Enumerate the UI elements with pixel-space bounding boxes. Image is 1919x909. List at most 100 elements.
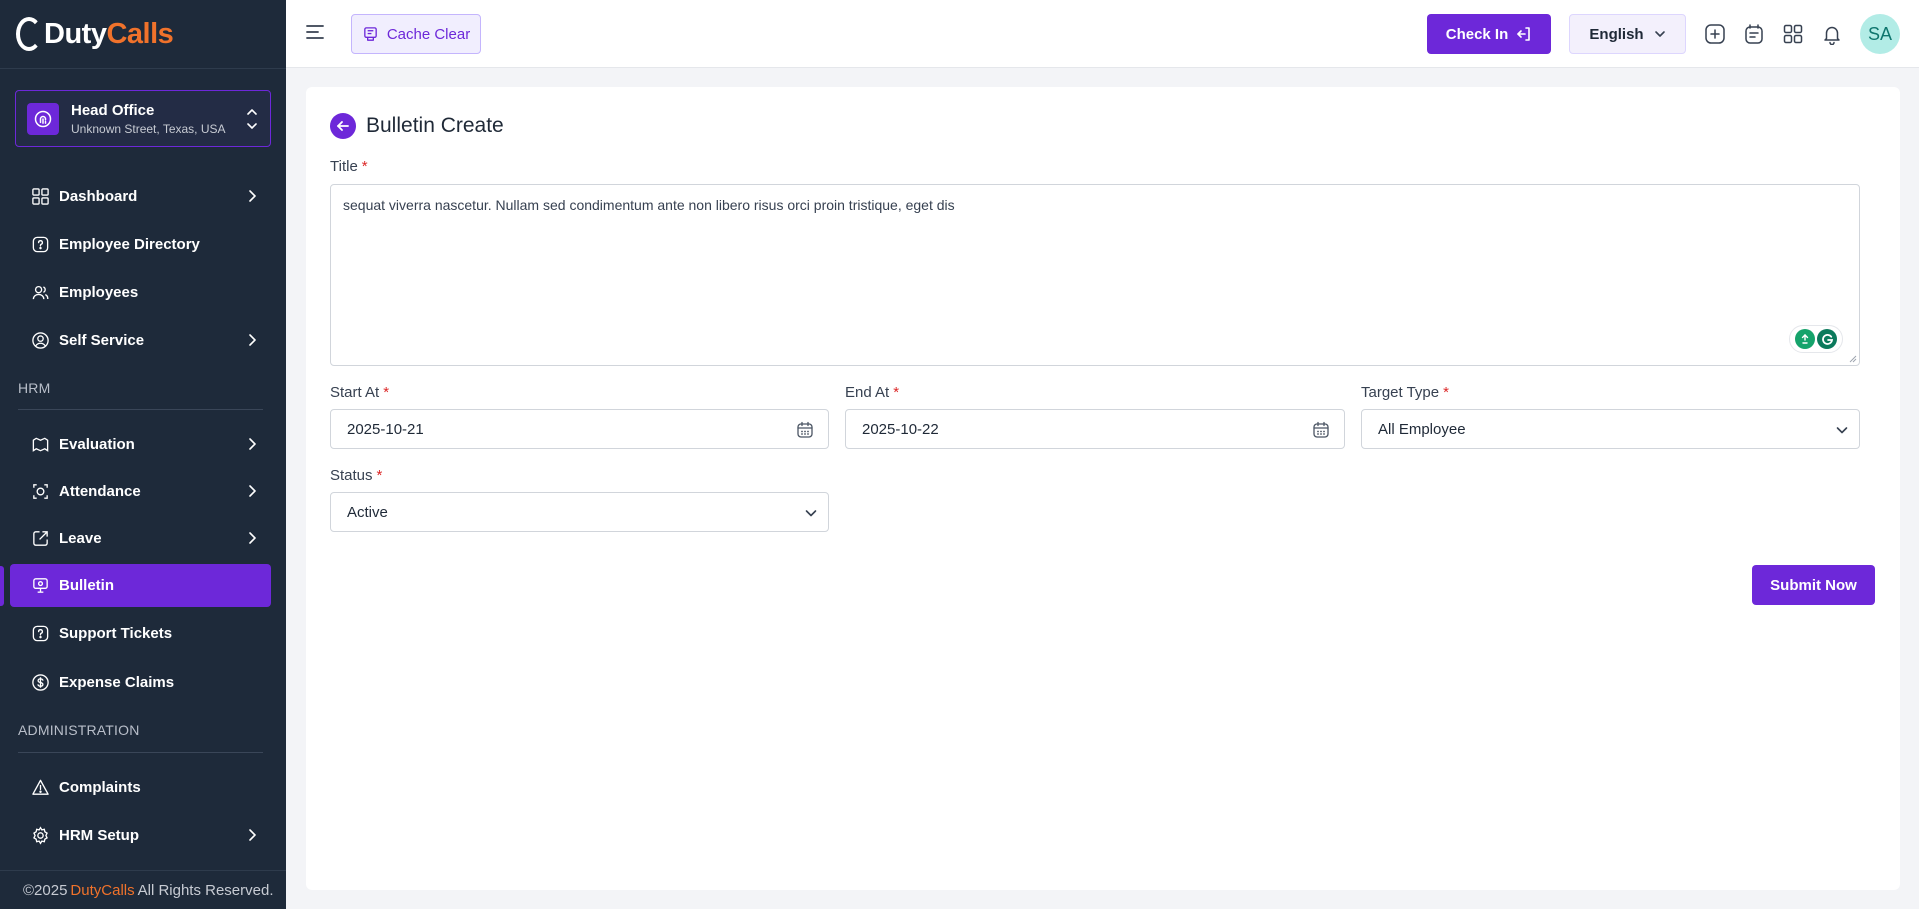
branch-selector[interactable]: Head Office Unknown Street, Texas, USA	[15, 90, 271, 147]
cache-clear-label: Cache Clear	[386, 25, 471, 43]
evaluation-icon	[30, 435, 50, 455]
logo-text-calls: Calls	[106, 17, 174, 50]
sidebar-item-self-service[interactable]: Self Service	[10, 319, 271, 362]
sidebar-item-bulletin[interactable]: Bulletin	[10, 564, 271, 607]
chevron-down-icon	[805, 510, 817, 517]
section-divider	[18, 409, 263, 410]
calendar-icon[interactable]	[1312, 421, 1330, 439]
sidebar-item-employee-directory[interactable]: Employee Directory	[10, 223, 271, 266]
language-selector[interactable]: English	[1569, 14, 1686, 54]
sidebar-item-support-tickets[interactable]: Support Tickets	[10, 612, 271, 655]
start-at-label: Start At *	[330, 384, 389, 401]
sidebar-item-label: Complaints	[59, 779, 141, 796]
sidebar-item-label: Expense Claims	[59, 674, 175, 691]
end-at-label-text: End At	[845, 384, 890, 401]
copyright-prefix: ©2025	[23, 881, 68, 899]
title-label: Title *	[330, 158, 368, 175]
end-at-input[interactable]: 2025-10-22	[845, 409, 1345, 449]
bell-icon[interactable]	[1821, 23, 1843, 45]
title-label-text: Title	[330, 158, 358, 175]
branch-address: Unknown Street, Texas, USA	[71, 121, 226, 136]
gear-icon	[30, 826, 50, 846]
sidebar-item-label: Bulletin	[59, 577, 114, 594]
cache-clear-button[interactable]: Cache Clear	[351, 14, 481, 54]
section-label-hrm: HRM	[18, 380, 51, 396]
dollar-icon	[30, 673, 50, 693]
add-square-icon[interactable]	[1704, 23, 1726, 45]
back-button[interactable]	[330, 113, 356, 139]
grammarly-icon[interactable]	[1817, 329, 1837, 349]
sidebar-item-employees[interactable]: Employees	[10, 271, 271, 314]
sidebar: Duty Calls Head Office Unknown Street, Te…	[0, 0, 286, 909]
calendar-icon[interactable]	[796, 421, 814, 439]
status-label: Status *	[330, 467, 382, 484]
sidebar-item-complaints[interactable]: Complaints	[10, 766, 271, 809]
logo-text-duty: Duty	[44, 17, 107, 50]
title-textarea[interactable]: sequat viverra nascetur. Nullam sed cond…	[330, 184, 1860, 366]
menu-icon[interactable]	[306, 24, 324, 40]
page-title: Bulletin Create	[366, 114, 504, 137]
status-label-text: Status	[330, 467, 373, 484]
fingerprint-icon	[27, 102, 59, 135]
lightbulb-icon[interactable]	[1795, 329, 1815, 349]
branch-name: Head Office	[71, 101, 155, 119]
chevron-down-icon	[1654, 31, 1665, 37]
check-in-label: Check In	[1445, 25, 1509, 43]
end-at-value: 2025-10-22	[862, 420, 939, 438]
required-mark: *	[383, 384, 390, 401]
language-label: English	[1589, 25, 1644, 43]
chevron-right-icon	[249, 532, 256, 544]
attendance-icon	[30, 482, 50, 502]
status-value: Active	[347, 503, 388, 521]
target-type-select[interactable]: All Employee	[1361, 409, 1860, 449]
chevron-up-down-icon	[247, 109, 257, 129]
chevron-down-icon	[1836, 427, 1848, 434]
check-in-button[interactable]: Check In	[1427, 14, 1551, 54]
start-at-input[interactable]: 2025-10-21	[330, 409, 829, 449]
login-icon	[1517, 27, 1531, 41]
sidebar-item-label: Leave	[59, 530, 102, 547]
chevron-right-icon	[249, 485, 256, 497]
sidebar-item-label: Attendance	[59, 483, 141, 500]
section-label-administration: ADMINISTRATION	[18, 722, 140, 738]
sidebar-item-label: Evaluation	[59, 436, 135, 453]
chevron-right-icon	[249, 438, 256, 450]
user-avatar[interactable]: SA	[1860, 14, 1900, 54]
end-at-label: End At *	[845, 384, 899, 401]
sidebar-item-label: Dashboard	[59, 188, 138, 205]
apps-grid-icon[interactable]	[1782, 23, 1804, 45]
required-mark: *	[376, 467, 383, 484]
sidebar-item-hrm-setup[interactable]: HRM Setup	[10, 814, 271, 857]
start-at-label-text: Start At	[330, 384, 380, 401]
sidebar-item-evaluation[interactable]: Evaluation	[10, 423, 271, 466]
submit-button[interactable]: Submit Now	[1752, 565, 1875, 605]
required-mark: *	[893, 384, 900, 401]
grid-icon	[30, 187, 50, 207]
arrow-left-icon	[337, 121, 349, 131]
app-logo[interactable]: Duty Calls	[16, 14, 174, 54]
sidebar-item-attendance[interactable]: Attendance	[10, 470, 271, 513]
grammarly-widget[interactable]	[1789, 325, 1843, 353]
sidebar-item-label: Employee Directory	[59, 236, 200, 253]
section-divider	[18, 752, 263, 753]
chevron-right-icon	[249, 334, 256, 346]
status-select[interactable]: Active	[330, 492, 829, 532]
required-mark: *	[361, 158, 368, 175]
sidebar-item-label: Self Service	[59, 332, 145, 349]
notes-icon[interactable]	[1743, 23, 1765, 45]
copyright-suffix: All Rights Reserved.	[137, 881, 274, 899]
warning-icon	[30, 778, 50, 798]
title-value: sequat viverra nascetur. Nullam sed cond…	[343, 197, 955, 213]
user-circle-icon	[30, 331, 50, 351]
copyright-brand[interactable]: DutyCalls	[70, 882, 134, 899]
sidebar-item-dashboard[interactable]: Dashboard	[10, 175, 271, 218]
help-icon	[30, 235, 50, 255]
top-header: Cache Clear Check In English SA	[286, 0, 1919, 68]
sidebar-item-label: Support Tickets	[59, 625, 173, 642]
help-icon	[30, 624, 50, 644]
sidebar-item-leave[interactable]: Leave	[10, 517, 271, 560]
sidebar-item-expense-claims[interactable]: Expense Claims	[10, 661, 271, 704]
target-type-value: All Employee	[1378, 420, 1466, 438]
resize-handle-icon[interactable]	[1849, 355, 1857, 363]
logo-mark	[16, 17, 42, 51]
